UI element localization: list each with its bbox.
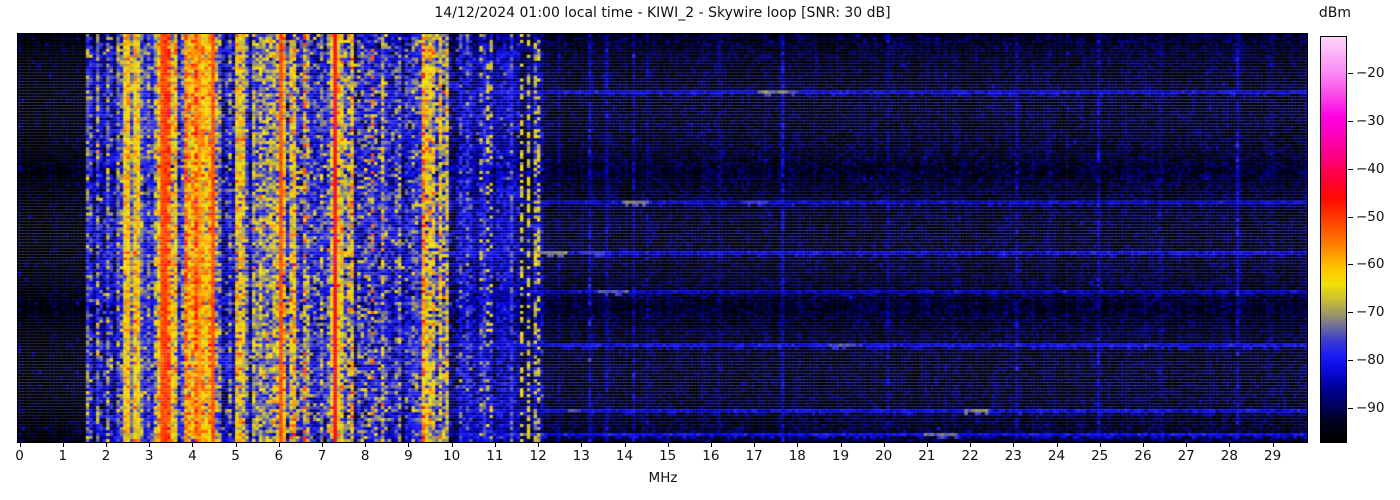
colorbar-tick-mark [1348,168,1353,170]
x-tick-label: 18 [788,448,806,464]
x-tick-label: 26 [1134,448,1152,464]
x-tick-mark [797,443,799,447]
x-tick-label: 17 [745,448,763,464]
x-tick-label: 25 [1091,448,1109,464]
x-tick-label: 15 [659,448,677,464]
x-tick-label: 5 [231,448,240,464]
x-tick-mark [235,443,237,447]
x-tick-mark [1272,443,1274,447]
colorbar-tick-mark [1348,312,1353,314]
plot-area [17,33,1308,443]
x-tick-label: 23 [1004,448,1022,464]
x-tick-label: 24 [1047,448,1066,464]
spectrogram-figure: 14/12/2024 01:00 local time - KIWI_2 - S… [0,0,1400,500]
x-tick-mark [926,443,928,447]
x-tick-label: 29 [1264,448,1282,464]
x-axis-label: MHz [648,470,678,486]
colorbar-tick-mark [1348,408,1353,409]
x-tick-label: 12 [529,448,547,464]
x-tick-label: 21 [918,448,936,464]
x-tick-mark [581,443,583,447]
colorbar-tick-mark [1348,216,1353,218]
x-tick-mark [667,443,669,447]
x-tick-mark [1013,443,1015,447]
x-tick-mark [322,443,323,447]
x-tick-label: 6 [274,448,284,464]
x-tick-label: 13 [572,448,590,464]
colorbar-gradient [1321,37,1346,442]
x-tick-label: 10 [443,448,461,464]
x-tick-mark [1186,443,1188,447]
x-tick-mark [19,443,21,447]
x-tick-mark [192,443,194,447]
colorbar-tick-mark [1348,120,1353,122]
x-tick-label: 11 [486,448,504,464]
x-tick-mark [106,443,107,447]
x-tick-label: 4 [188,448,197,464]
colorbar-tick-mark [1348,72,1353,74]
x-tick-label: 1 [58,448,68,464]
x-tick-mark [710,443,712,447]
colorbar-tick-label: −70 [1356,304,1385,321]
colorbar [1320,36,1347,443]
colorbar-tick-label: −90 [1356,400,1385,416]
x-tick-mark [278,443,280,447]
x-tick-mark [1229,443,1231,447]
x-tick-mark [970,443,972,447]
x-tick-label: 19 [831,448,850,464]
x-tick-label: 14 [615,448,634,464]
x-tick-mark [451,443,453,447]
x-tick-label: 9 [404,448,413,464]
x-tick-label: 8 [360,448,370,464]
x-tick-label: 22 [961,448,979,464]
x-tick-mark [149,443,151,447]
x-tick-label: 28 [1220,448,1238,464]
spectrogram-heatmap [18,34,1307,442]
x-tick-label: 20 [875,448,893,464]
x-tick-mark [1056,443,1058,447]
colorbar-tick-label: −60 [1356,256,1385,273]
x-tick-mark [1143,443,1144,447]
x-tick-label: 27 [1177,448,1195,464]
chart-title: 14/12/2024 01:00 local time - KIWI_2 - S… [434,5,891,21]
x-tick-mark [494,443,496,447]
x-tick-mark [538,443,540,447]
colorbar-tick-label: −40 [1356,160,1385,177]
x-tick-mark [624,443,626,447]
x-tick-label: 16 [702,448,720,464]
x-tick-mark [1099,443,1101,447]
x-tick-label: 3 [144,448,154,464]
x-tick-mark [365,443,367,447]
x-tick-mark [883,443,885,447]
colorbar-tick-label: −20 [1356,64,1385,81]
x-tick-mark [62,443,64,447]
colorbar-tick-mark [1348,264,1353,266]
colorbar-tick-mark [1348,360,1353,362]
x-tick-label: 7 [317,448,327,464]
x-tick-mark [408,443,410,447]
x-tick-mark [754,443,756,447]
colorbar-tick-label: −80 [1356,352,1385,369]
colorbar-unit-label: dBm [1318,5,1352,21]
x-tick-label: 2 [101,448,111,464]
x-tick-label: 0 [15,448,24,464]
colorbar-tick-label: −50 [1356,208,1385,225]
x-tick-mark [840,443,842,447]
colorbar-tick-label: −30 [1356,112,1385,129]
